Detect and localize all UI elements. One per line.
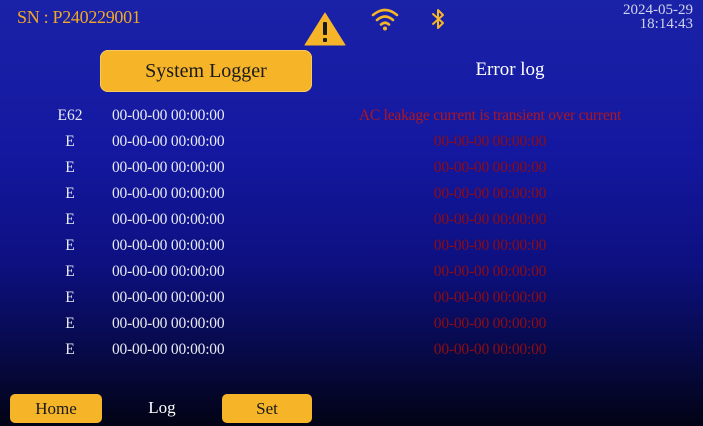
log-detail: AC leakage current is transient over cur… — [358, 107, 622, 124]
log-row: E 00-00-00 00:00:00 00-00-00 00:00:00 — [0, 207, 703, 233]
log-row: E 00-00-00 00:00:00 00-00-00 00:00:00 — [0, 259, 703, 285]
log-timestamp: 00-00-00 00:00:00 — [112, 107, 225, 124]
home-button[interactable]: Home — [10, 394, 102, 423]
log-timestamp: 00-00-00 00:00:00 — [112, 185, 225, 202]
log-timestamp: 00-00-00 00:00:00 — [112, 211, 225, 228]
error-code: E — [65, 211, 75, 228]
device-screen: SN : P240229001 2024-05-29 18:14:43 Syst… — [0, 0, 703, 426]
bluetooth-icon — [432, 9, 444, 29]
nav-log-label[interactable]: Log — [137, 398, 187, 418]
log-row: E 00-00-00 00:00:00 00-00-00 00:00:00 — [0, 233, 703, 259]
error-code: E — [65, 289, 75, 306]
serial-number: SN : P240229001 — [17, 7, 141, 27]
datetime-display: 2024-05-29 18:14:43 — [623, 2, 693, 32]
error-code: E — [65, 237, 75, 254]
log-row: E 00-00-00 00:00:00 00-00-00 00:00:00 — [0, 181, 703, 207]
error-code: E — [65, 341, 75, 358]
log-detail: 00-00-00 00:00:00 — [433, 211, 547, 228]
log-timestamp: 00-00-00 00:00:00 — [112, 237, 225, 254]
log-row: E 00-00-00 00:00:00 00-00-00 00:00:00 — [0, 337, 703, 363]
log-detail: 00-00-00 00:00:00 — [433, 185, 547, 202]
log-detail: 00-00-00 00:00:00 — [433, 133, 547, 150]
tab-error-log[interactable]: Error log — [460, 59, 560, 81]
log-row: E 00-00-00 00:00:00 00-00-00 00:00:00 — [0, 129, 703, 155]
error-code: E — [65, 315, 75, 332]
error-code: E — [65, 133, 75, 150]
log-detail: 00-00-00 00:00:00 — [433, 237, 547, 254]
error-code: E — [65, 159, 75, 176]
log-detail: 00-00-00 00:00:00 — [433, 159, 547, 176]
error-code: E62 — [57, 107, 83, 124]
error-code: E — [65, 263, 75, 280]
log-detail: 00-00-00 00:00:00 — [433, 289, 547, 306]
log-row: E 00-00-00 00:00:00 00-00-00 00:00:00 — [0, 311, 703, 337]
time-text: 18:14:43 — [639, 16, 693, 32]
log-row: E62 00-00-00 00:00:00 AC leakage current… — [0, 103, 703, 129]
error-code: E — [65, 185, 75, 202]
log-timestamp: 00-00-00 00:00:00 — [112, 289, 225, 306]
log-timestamp: 00-00-00 00:00:00 — [112, 315, 225, 332]
log-detail: 00-00-00 00:00:00 — [433, 315, 547, 332]
log-row: E 00-00-00 00:00:00 00-00-00 00:00:00 — [0, 155, 703, 181]
set-button[interactable]: Set — [222, 394, 312, 423]
wifi-icon — [371, 8, 399, 31]
warning-icon — [304, 12, 346, 46]
log-table: E62 00-00-00 00:00:00 AC leakage current… — [0, 103, 703, 363]
log-timestamp: 00-00-00 00:00:00 — [112, 159, 225, 176]
tab-system-logger[interactable]: System Logger — [100, 50, 312, 92]
log-detail: 00-00-00 00:00:00 — [433, 263, 547, 280]
date-text: 2024-05-29 — [623, 2, 693, 18]
log-timestamp: 00-00-00 00:00:00 — [112, 133, 225, 150]
log-detail: 00-00-00 00:00:00 — [433, 341, 547, 358]
log-timestamp: 00-00-00 00:00:00 — [112, 263, 225, 280]
log-row: E 00-00-00 00:00:00 00-00-00 00:00:00 — [0, 285, 703, 311]
log-timestamp: 00-00-00 00:00:00 — [112, 341, 225, 358]
